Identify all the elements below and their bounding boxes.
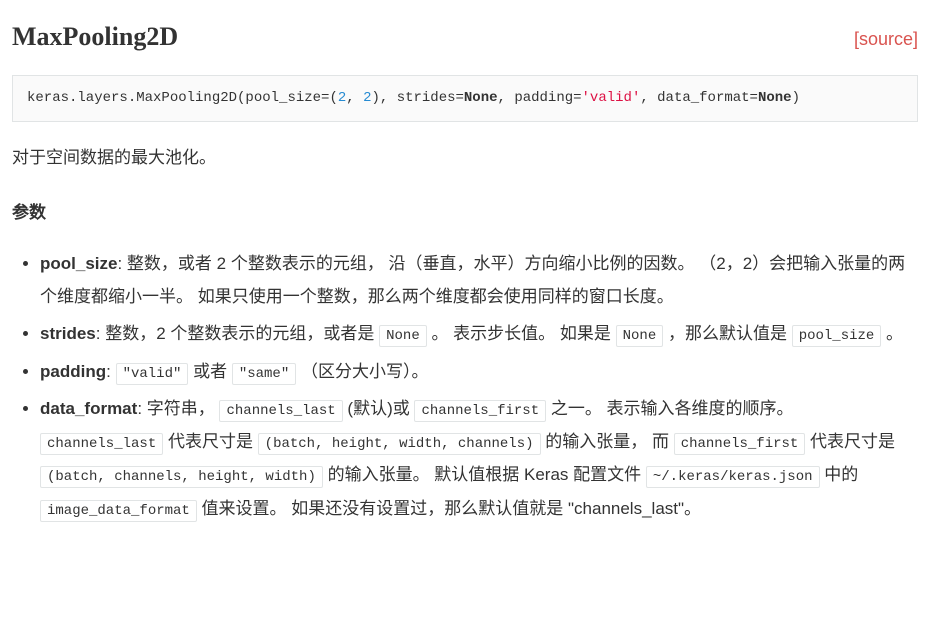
sig-comma1: , — [346, 90, 363, 106]
arg-df-c2: channels_first — [414, 400, 546, 422]
arg-pool-size: pool_size: 整数，或者 2 个整数表示的元组， 沿（垂直，水平）方向缩… — [40, 247, 918, 313]
arg-pool-size-text: : 整数，或者 2 个整数表示的元组， 沿（垂直，水平）方向缩小比例的因数。 （… — [40, 254, 905, 306]
arg-padding: padding: "valid" 或者 "same" （区分大小写）。 — [40, 355, 918, 388]
arg-df-t2: (默认)或 — [343, 399, 415, 418]
code-signature: keras.layers.MaxPooling2D(pool_size=(2 , … — [12, 75, 918, 122]
arg-strides-name: strides — [40, 324, 96, 343]
arguments-list: pool_size: 整数，或者 2 个整数表示的元组， 沿（垂直，水平）方向缩… — [12, 247, 918, 525]
source-link[interactable]: [source] — [854, 22, 918, 56]
sig-after-strides: , padding= — [498, 90, 582, 106]
sig-after-padding: , data_format= — [640, 90, 758, 106]
arg-padding-name: padding — [40, 362, 106, 381]
arg-df-t4: 代表尺寸是 — [163, 432, 257, 451]
arg-df-t6: 代表尺寸是 — [805, 432, 895, 451]
arg-strides-t4: 。 — [881, 324, 903, 343]
page-title: MaxPooling2D — [12, 12, 178, 61]
arg-df-c7: ~/.keras/keras.json — [646, 466, 820, 488]
arg-df-t9: 值来设置。 如果还没有设置过，那么默认值就是 "channels_last"。 — [197, 499, 701, 518]
sig-after-pool: ), strides= — [371, 90, 463, 106]
arg-df-c3: channels_last — [40, 433, 163, 455]
arg-data-format: data_format: 字符串， channels_last (默认)或 ch… — [40, 392, 918, 525]
arg-df-c1: channels_last — [219, 400, 342, 422]
arg-df-c8: image_data_format — [40, 500, 197, 522]
arg-strides-t1: : 整数，2 个整数表示的元组，或者是 — [96, 324, 379, 343]
sig-none2: None — [758, 90, 792, 106]
arg-df-c4: (batch, height, width, channels) — [258, 433, 541, 455]
arg-df-t1: : 字符串， — [137, 399, 219, 418]
sig-close: ) — [792, 90, 800, 106]
arg-df-t8: 中的 — [820, 465, 859, 484]
arg-strides-t3: ，那么默认值是 — [663, 324, 791, 343]
sig-none1: None — [464, 90, 498, 106]
arg-padding-t2: 或者 — [188, 362, 231, 381]
arg-pool-size-name: pool_size — [40, 254, 117, 273]
arg-padding-c2: "same" — [232, 363, 296, 385]
sig-num1: 2 — [338, 90, 346, 106]
arg-data-format-name: data_format — [40, 399, 137, 418]
arg-strides-t2: 。 表示步长值。 如果是 — [427, 324, 616, 343]
arg-strides-c1: None — [379, 325, 427, 347]
arg-strides-c3: pool_size — [792, 325, 882, 347]
arg-df-t7: 的输入张量。 默认值根据 Keras 配置文件 — [323, 465, 646, 484]
arguments-heading: 参数 — [12, 197, 918, 229]
arg-strides: strides: 整数，2 个整数表示的元组，或者是 None 。 表示步长值。… — [40, 317, 918, 350]
arg-df-t5: 的输入张量， 而 — [541, 432, 674, 451]
section-header: MaxPooling2D [source] — [12, 12, 918, 61]
arg-padding-t1: : — [106, 362, 115, 381]
arg-df-c5: channels_first — [674, 433, 806, 455]
arg-df-t3: 之一。 表示输入各维度的顺序。 — [546, 399, 793, 418]
arg-padding-c1: "valid" — [116, 363, 189, 385]
arg-df-c6: (batch, channels, height, width) — [40, 466, 323, 488]
sig-valid: 'valid' — [582, 90, 641, 106]
description: 对于空间数据的最大池化。 — [12, 142, 918, 174]
arg-strides-c2: None — [616, 325, 664, 347]
sig-prefix: keras.layers.MaxPooling2D(pool_size=( — [27, 90, 338, 106]
arg-padding-t3: （区分大小写）。 — [296, 362, 428, 381]
